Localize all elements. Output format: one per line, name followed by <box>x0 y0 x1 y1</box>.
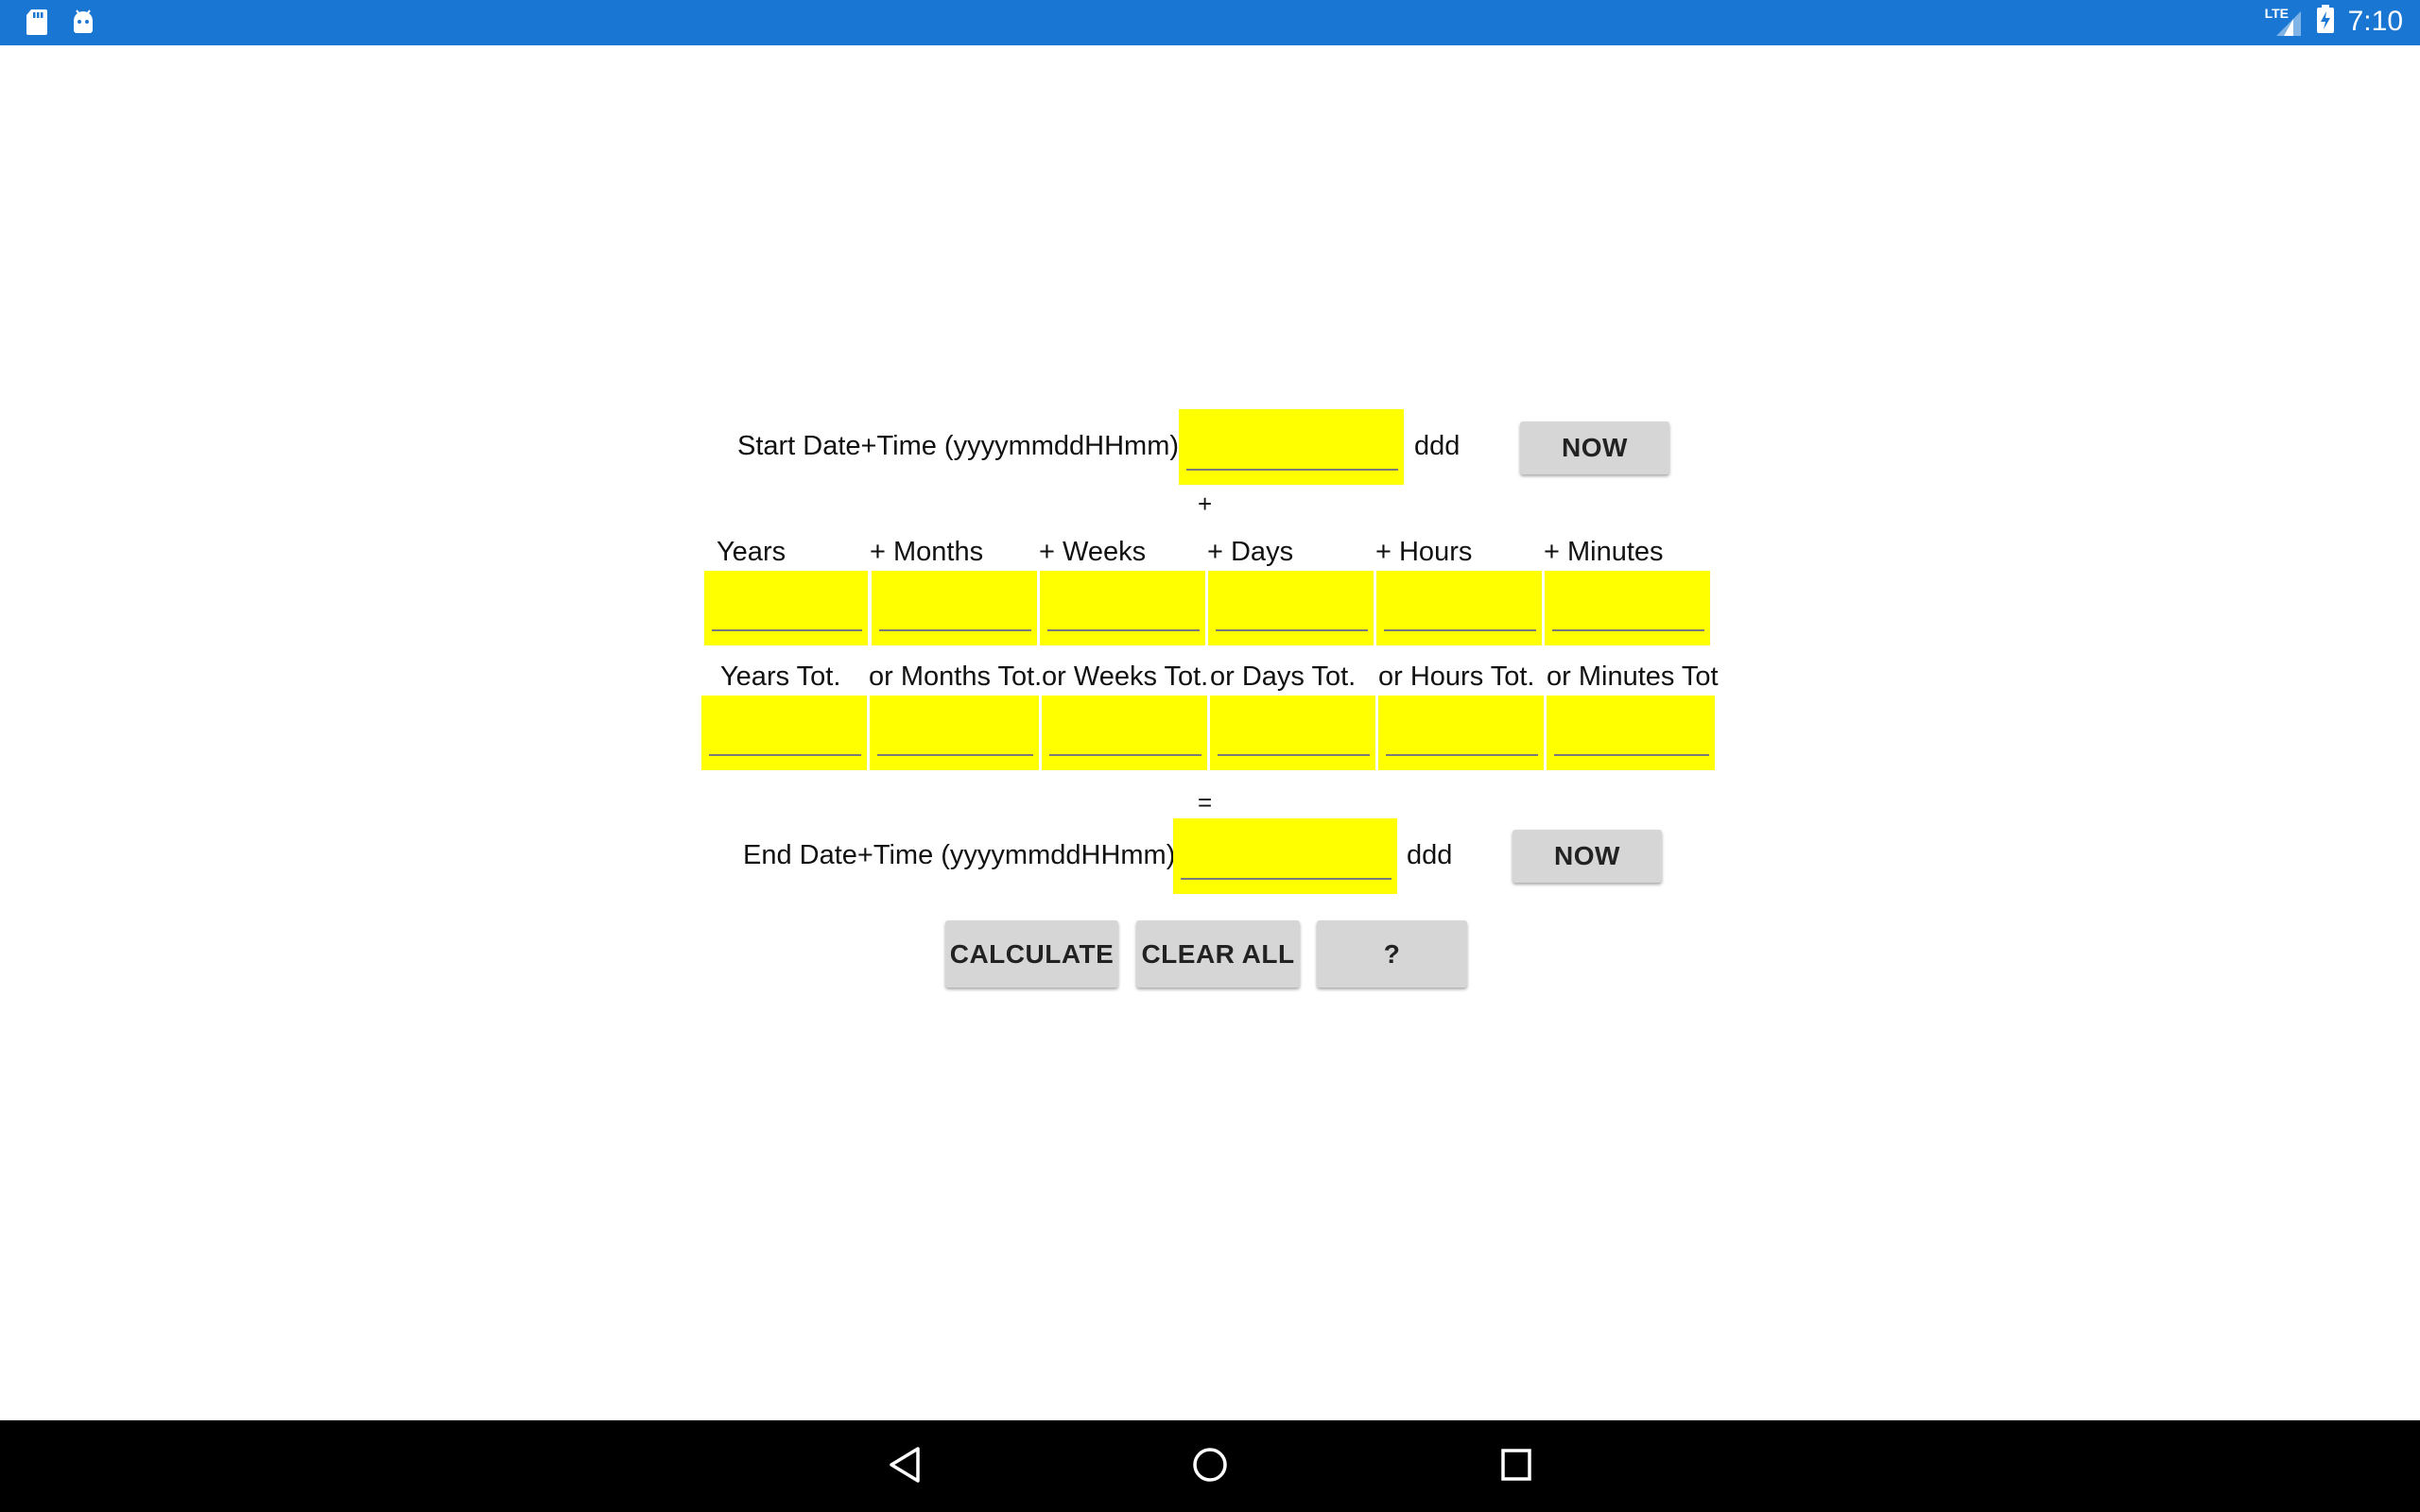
offset-header-minutes: + Minutes <box>1544 537 1664 567</box>
plus-sign: + <box>1198 490 1213 518</box>
home-icon[interactable] <box>1191 1445 1229 1489</box>
total-days-input[interactable] <box>1210 696 1375 770</box>
offset-header-years: Years <box>717 537 786 567</box>
offset-minutes-input[interactable] <box>1545 571 1710 645</box>
total-hours-input[interactable] <box>1378 696 1544 770</box>
offset-header-months: + Months <box>870 537 984 567</box>
total-header-minutes: or Minutes Tot <box>1547 662 1719 692</box>
start-day-of-week: ddd <box>1414 431 1461 461</box>
android-icon <box>70 8 96 41</box>
end-datetime-label: End Date+Time (yyyymmddHHmm) <box>743 840 1176 870</box>
navigation-bar <box>0 1420 2420 1512</box>
total-header-days: or Days Tot. <box>1210 662 1357 692</box>
total-minutes-input[interactable] <box>1547 696 1715 770</box>
end-datetime-input[interactable] <box>1173 818 1397 894</box>
clear-all-button[interactable]: CLEAR ALL <box>1136 920 1300 988</box>
battery-charging-icon <box>2316 4 2335 39</box>
end-day-of-week: ddd <box>1407 840 1453 870</box>
sd-card-icon <box>25 8 49 41</box>
total-header-hours: or Hours Tot. <box>1378 662 1535 692</box>
offset-hours-input[interactable] <box>1376 571 1542 645</box>
back-icon[interactable] <box>887 1445 923 1489</box>
offset-days-input[interactable] <box>1208 571 1374 645</box>
equals-sign: = <box>1198 788 1213 816</box>
start-datetime-label: Start Date+Time (yyyymmddHHmm) <box>737 431 1180 461</box>
offset-months-input[interactable] <box>872 571 1037 645</box>
total-weeks-input[interactable] <box>1042 696 1207 770</box>
start-datetime-input[interactable] <box>1179 409 1404 485</box>
offset-header-hours: + Hours <box>1375 537 1473 567</box>
clock: 7:10 <box>2347 5 2403 37</box>
status-bar: LTE 7:10 <box>0 0 2420 45</box>
calculate-button[interactable]: CALCULATE <box>945 920 1118 988</box>
total-header-weeks: or Weeks Tot. <box>1042 662 1209 692</box>
offset-weeks-input[interactable] <box>1040 571 1205 645</box>
offset-header-weeks: + Weeks <box>1039 537 1147 567</box>
total-header-months: or Months Tot. <box>869 662 1043 692</box>
total-months-input[interactable] <box>870 696 1039 770</box>
end-now-button[interactable]: NOW <box>1512 830 1662 883</box>
recents-icon[interactable] <box>1498 1445 1534 1489</box>
total-header-years: Years Tot. <box>720 662 841 692</box>
total-years-input[interactable] <box>701 696 867 770</box>
offset-header-days: + Days <box>1207 537 1294 567</box>
start-now-button[interactable]: NOW <box>1520 421 1669 474</box>
signal-icon: LTE <box>2265 6 2303 38</box>
help-button[interactable]: ? <box>1317 920 1467 988</box>
offset-years-input[interactable] <box>704 571 868 645</box>
